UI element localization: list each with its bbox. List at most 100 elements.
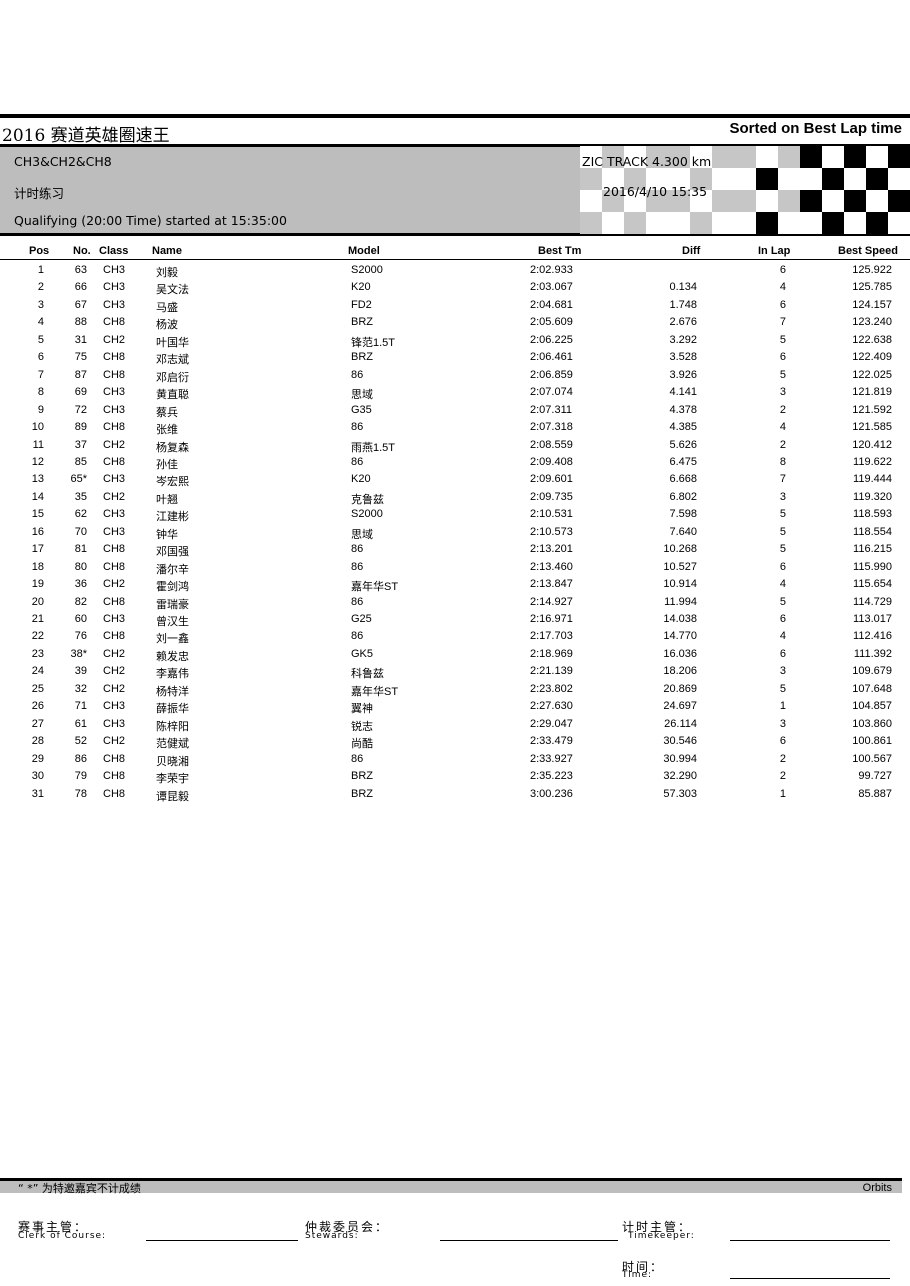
cell-in-lap: 2	[779, 403, 786, 416]
session-name: 计时练习	[14, 186, 65, 201]
sort-label: Sorted on Best Lap time	[729, 120, 902, 137]
cell-diff: 7.598	[669, 508, 697, 521]
checker-square	[756, 168, 778, 190]
cell-diff: 3.528	[669, 351, 697, 364]
checker-square	[734, 212, 756, 234]
checker-square	[778, 212, 800, 234]
cell-class: CH3	[103, 525, 126, 538]
cell-best-time: 2:06.859	[530, 368, 573, 381]
cell-car-no: 71	[74, 700, 87, 713]
cell-diff: 16.036	[663, 647, 697, 660]
cell-best-speed: 111.392	[853, 647, 892, 660]
checker-square	[866, 190, 888, 212]
checker-square	[888, 146, 910, 168]
cell-car-model: S2000	[351, 508, 383, 521]
table-row: 19 36 CH2 霍剑鸿 嘉年华ST 2:13.847 10.914 4 115.654	[0, 578, 910, 595]
cell-driver-name: 李嘉伟	[156, 668, 189, 681]
cell-in-lap: 5	[779, 368, 786, 381]
cell-best-speed: 115.654	[853, 578, 892, 591]
cell-best-speed: 115.990	[853, 560, 892, 573]
checker-square	[602, 212, 624, 234]
cell-best-speed: 125.785	[852, 281, 892, 294]
cell-car-model: GK5	[351, 647, 374, 660]
cell-pos: 15	[31, 508, 44, 521]
cell-diff: 18.206	[663, 665, 697, 678]
cell-pos: 17	[31, 543, 44, 556]
cell-in-lap: 5	[779, 525, 786, 538]
cell-driver-name: 邓国强	[156, 546, 189, 559]
cell-class: CH3	[103, 700, 126, 713]
col-model: Model	[348, 245, 380, 257]
cell-class: CH8	[103, 752, 126, 765]
time-signature-line	[730, 1278, 890, 1279]
cell-class: CH8	[103, 560, 126, 573]
cell-best-time: 2:08.559	[530, 438, 573, 451]
table-row: 3 67 CH3 马盛 FD2 2:04.681 1.748 6 124.157	[0, 299, 910, 316]
cell-car-model: 尚酷	[351, 738, 373, 751]
table-row: 31 78 CH8 谭昆毅 BRZ 3:00.236 57.303 1 85.887	[0, 788, 910, 805]
cell-car-no: 67	[74, 298, 87, 311]
checker-square	[888, 212, 910, 234]
cell-pos: 12	[31, 455, 44, 468]
cell-best-time: 2:10.573	[530, 525, 573, 538]
cell-best-time: 2:02.933	[530, 264, 573, 276]
cell-diff: 7.640	[669, 525, 697, 538]
cell-best-speed: 121.819	[852, 386, 892, 399]
table-row: 11 37 CH2 杨复森 雨燕1.5T 2:08.559 5.626 2 120.412	[0, 439, 910, 456]
cell-diff: 14.770	[663, 630, 697, 643]
cell-car-model: 科鲁兹	[351, 668, 384, 681]
cell-car-no: 39	[74, 665, 87, 678]
table-row: 12 85 CH8 孙佳 86 2:09.408 6.475 8 119.622	[0, 456, 910, 473]
cell-diff: 24.697	[663, 700, 697, 713]
time-label-en: Time:	[622, 1270, 653, 1280]
cell-pos: 19	[31, 578, 44, 591]
cell-in-lap: 2	[779, 770, 786, 783]
cell-best-speed: 99.727	[858, 770, 892, 783]
cell-driver-name: 吴文法	[156, 284, 189, 297]
cell-best-time: 2:06.461	[530, 351, 573, 364]
cell-pos: 14	[31, 490, 44, 503]
cell-pos: 5	[37, 333, 44, 346]
cell-class: CH8	[103, 316, 126, 329]
cell-driver-name: 邓志斌	[156, 354, 189, 367]
table-row: 20 82 CH8 雷瑞豪 86 2:14.927 11.994 5 114.729	[0, 596, 910, 613]
cell-pos: 6	[37, 351, 44, 364]
cell-class: CH8	[103, 630, 126, 643]
cell-best-time: 2:35.223	[530, 770, 573, 783]
cell-in-lap: 6	[779, 264, 786, 276]
table-row: 17 81 CH8 邓国强 86 2:13.201 10.268 5 116.215	[0, 543, 910, 560]
table-row: 2 66 CH3 吴文法 K20 2:03.067 0.134 4 125.785	[0, 281, 910, 298]
checker-square	[822, 168, 844, 190]
cell-best-time: 2:07.311	[530, 403, 573, 416]
checker-square	[778, 168, 800, 190]
col-diff: Diff	[682, 245, 701, 257]
cell-diff: 14.038	[663, 613, 697, 625]
table-row: 29 86 CH8 贝晓湘 86 2:33.927 30.994 2 100.567	[0, 753, 910, 770]
checker-square	[888, 190, 910, 212]
cell-car-no: 31	[74, 333, 87, 346]
cell-class: CH3	[103, 613, 126, 625]
checker-square	[844, 168, 866, 190]
cell-driver-name: 邓启衍	[156, 371, 189, 384]
cell-car-model: FD2	[351, 298, 372, 311]
cell-diff: 30.546	[663, 735, 697, 748]
cell-car-model: G35	[351, 403, 372, 416]
cell-best-time: 3:00.236	[530, 787, 573, 800]
report-title: 2016 赛道英雄圈速王	[2, 126, 170, 146]
cell-class: CH3	[103, 508, 126, 521]
cell-driver-name: 刘毅	[156, 267, 178, 279]
cell-car-model: BRZ	[351, 787, 373, 800]
cell-car-no: 62	[74, 508, 87, 521]
cell-in-lap: 2	[779, 438, 786, 451]
cell-car-model: 86	[351, 630, 364, 643]
table-row: 13 65* CH3 岑宏熙 K20 2:09.601 6.668 7 119.444	[0, 473, 910, 490]
cell-in-lap: 6	[779, 613, 786, 625]
cell-class: CH3	[103, 298, 126, 311]
table-row: 5 31 CH2 叶国华 锋范1.5T 2:06.225 3.292 5 122.638	[0, 334, 910, 351]
cell-car-no: 37	[74, 438, 87, 451]
cell-best-speed: 104.857	[852, 700, 892, 713]
timekeeper-signature-line	[730, 1240, 890, 1241]
cell-class: CH3	[103, 386, 126, 399]
cell-diff: 6.475	[669, 455, 697, 468]
cell-class: CH3	[103, 717, 126, 730]
